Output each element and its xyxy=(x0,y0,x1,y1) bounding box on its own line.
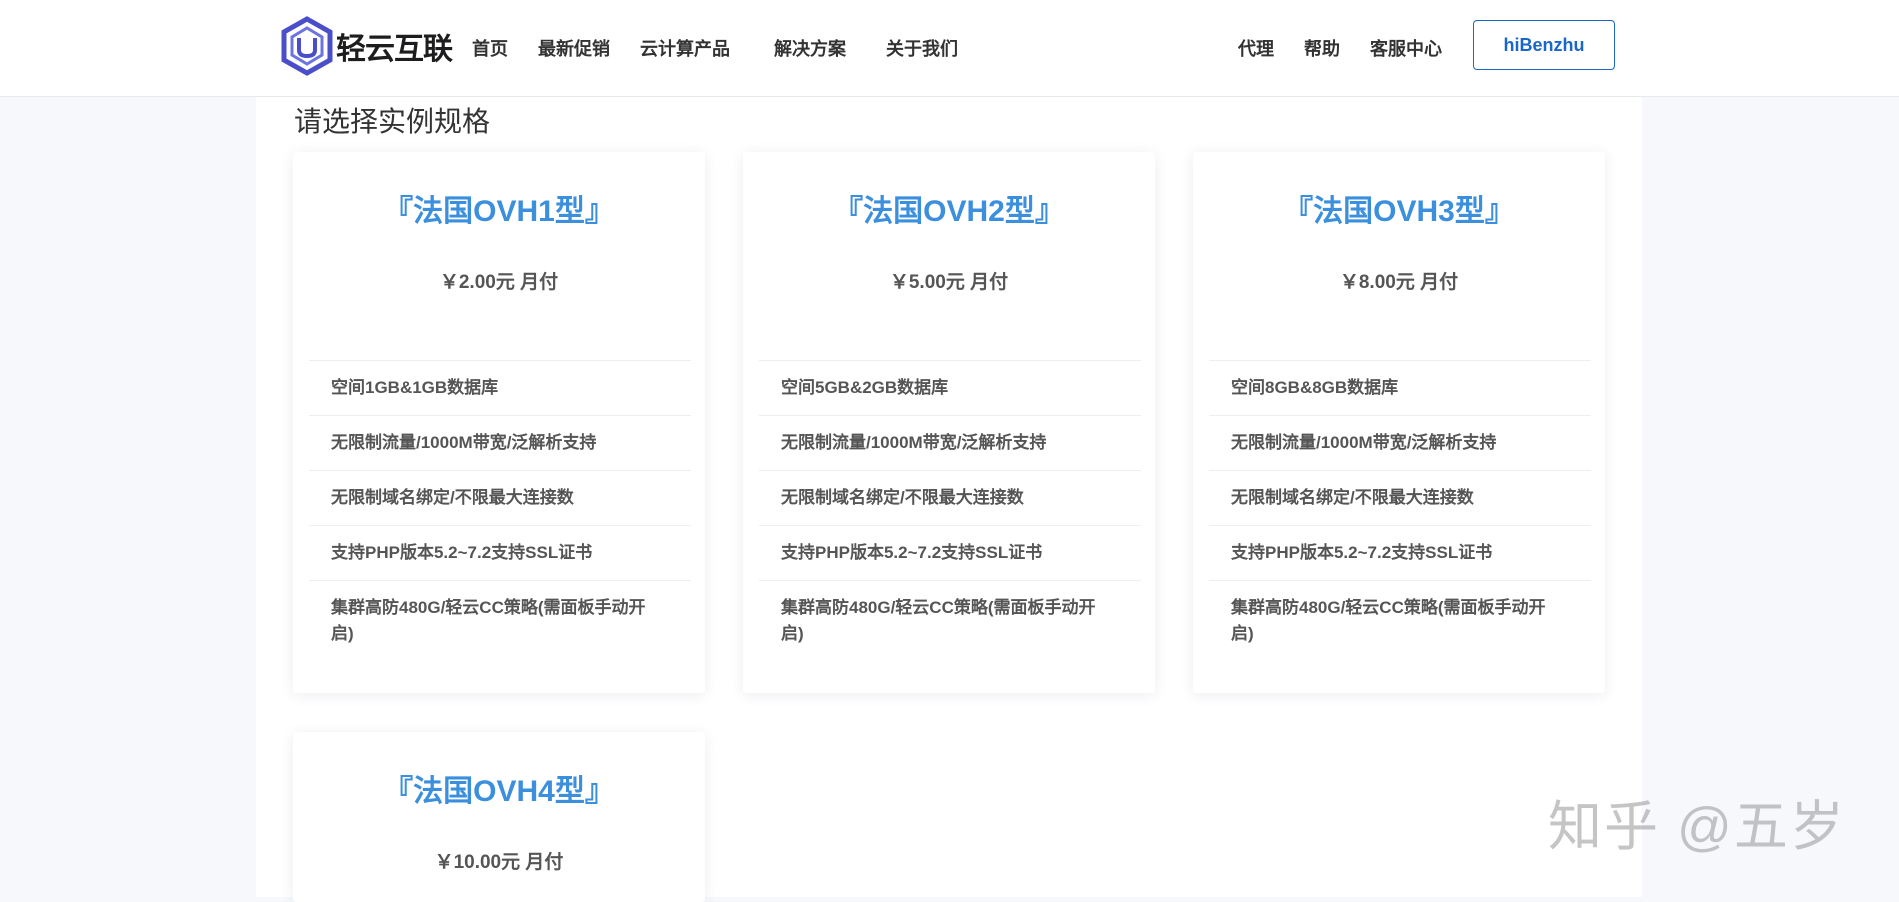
nav-home[interactable]: 首页 xyxy=(472,35,508,61)
plan-price: ￥8.00元 月付 xyxy=(1339,272,1459,293)
plan-features: 空间8GB&8GB数据库 无限制流量/1000M带宽/泛解析支持 无限制域名绑定… xyxy=(1209,360,1591,661)
brand-name: 轻云互联 xyxy=(336,33,453,66)
plan-card-3[interactable]: 『法国OVH3型』 ￥8.00元 月付 空间8GB&8GB数据库 无限制流量/1… xyxy=(1193,152,1605,693)
nav-agent[interactable]: 代理 xyxy=(1238,35,1274,61)
plan-title: 『法国OVH1型』 xyxy=(383,195,615,228)
plan-title: 『法国OVH3型』 xyxy=(1283,195,1515,228)
feature-item: 支持PHP版本5.2~7.2支持SSL证书 xyxy=(759,525,1141,580)
plan-card-4[interactable]: 『法国OVH4型』 ￥10.00元 月付 xyxy=(293,732,705,902)
feature-item: 集群高防480G/轻云CC策略(需面板手动开启) xyxy=(309,580,691,661)
brand-logo[interactable]: 轻云互联 xyxy=(280,16,453,76)
feature-item: 支持PHP版本5.2~7.2支持SSL证书 xyxy=(1209,525,1591,580)
feature-item: 空间8GB&8GB数据库 xyxy=(1209,360,1591,415)
plan-features: 空间1GB&1GB数据库 无限制流量/1000M带宽/泛解析支持 无限制域名绑定… xyxy=(309,360,691,661)
plan-price: ￥5.00元 月付 xyxy=(889,272,1009,293)
plan-price: ￥2.00元 月付 xyxy=(439,272,559,293)
feature-item: 无限制域名绑定/不限最大连接数 xyxy=(309,470,691,525)
feature-item: 无限制流量/1000M带宽/泛解析支持 xyxy=(309,415,691,470)
nav-customer-center[interactable]: 客服中心 xyxy=(1370,35,1442,61)
plan-price: ￥10.00元 月付 xyxy=(434,852,564,873)
feature-item: 无限制流量/1000M带宽/泛解析支持 xyxy=(759,415,1141,470)
logo-hexagon-icon xyxy=(281,16,333,76)
feature-item: 无限制流量/1000M带宽/泛解析支持 xyxy=(1209,415,1591,470)
nav-help[interactable]: 帮助 xyxy=(1304,35,1340,61)
top-navigation: 轻云互联 首页 最新促销 云计算产品 解决方案 关于我们 代理 帮助 客服中心 … xyxy=(0,0,1899,97)
feature-item: 支持PHP版本5.2~7.2支持SSL证书 xyxy=(309,525,691,580)
zhihu-watermark: 知乎 @五岁 xyxy=(1548,797,1846,857)
feature-item: 空间5GB&2GB数据库 xyxy=(759,360,1141,415)
secondary-nav: 代理 帮助 客服中心 xyxy=(1238,0,1442,96)
feature-item: 空间1GB&1GB数据库 xyxy=(309,360,691,415)
plan-features: 空间5GB&2GB数据库 无限制流量/1000M带宽/泛解析支持 无限制域名绑定… xyxy=(759,360,1141,661)
feature-item: 无限制域名绑定/不限最大连接数 xyxy=(759,470,1141,525)
section-title: 请选择实例规格 xyxy=(294,106,491,137)
plan-card-2[interactable]: 『法国OVH2型』 ￥5.00元 月付 空间5GB&2GB数据库 无限制流量/1… xyxy=(743,152,1155,693)
main-nav: 首页 最新促销 云计算产品 解决方案 关于我们 xyxy=(472,0,958,96)
plan-card-1[interactable]: 『法国OVH1型』 ￥2.00元 月付 空间1GB&1GB数据库 无限制流量/1… xyxy=(293,152,705,693)
feature-item: 无限制域名绑定/不限最大连接数 xyxy=(1209,470,1591,525)
nav-about-us[interactable]: 关于我们 xyxy=(886,35,958,61)
nav-promotions[interactable]: 最新促销 xyxy=(538,35,610,61)
nav-cloud-products[interactable]: 云计算产品 xyxy=(640,35,730,61)
feature-item: 集群高防480G/轻云CC策略(需面板手动开启) xyxy=(759,580,1141,661)
user-account-button[interactable]: hiBenzhu xyxy=(1473,20,1615,70)
plan-title: 『法国OVH2型』 xyxy=(833,195,1065,228)
plan-title: 『法国OVH4型』 xyxy=(383,775,615,808)
feature-item: 集群高防480G/轻云CC策略(需面板手动开启) xyxy=(1209,580,1591,661)
nav-solutions[interactable]: 解决方案 xyxy=(774,35,846,61)
